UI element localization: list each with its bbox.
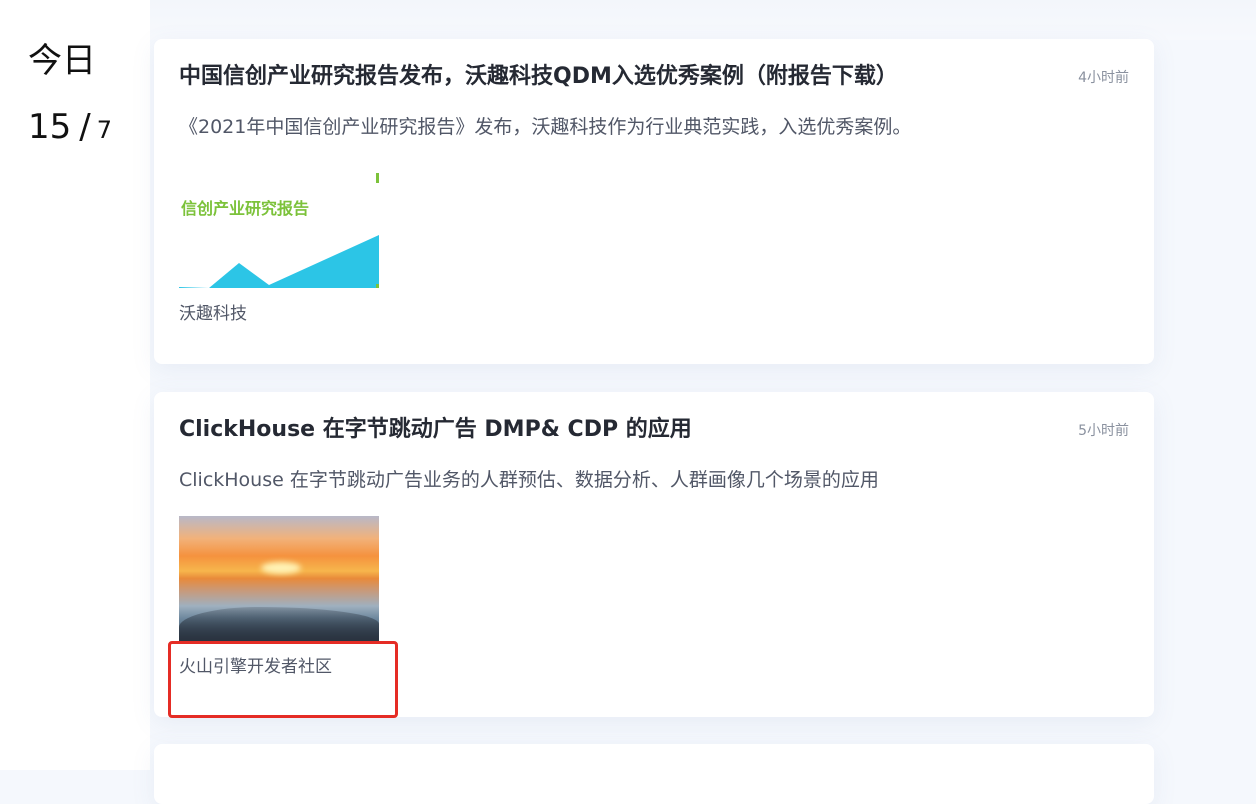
report-corner-mark [376, 284, 379, 288]
date-column: 今日 15/7 [0, 0, 150, 770]
page-top-background [0, 0, 1256, 40]
article-thumbnail[interactable]: 信创产业研究报告 [179, 163, 379, 288]
article-card[interactable]: 中国信创产业研究报告发布，沃趣科技QDM入选优秀案例（附报告下载） 4小时前 《… [154, 39, 1154, 364]
date-display: 15/7 [28, 106, 112, 151]
date-day: 15 [28, 107, 72, 147]
article-thumbnail[interactable] [179, 516, 379, 641]
article-source[interactable]: 沃趣科技 [179, 303, 247, 325]
article-description[interactable]: ClickHouse 在字节跳动广告业务的人群预估、数据分析、人群画像几个场景的… [179, 467, 1119, 493]
report-chart-graphic [179, 235, 379, 288]
article-time: 4小时前 [1078, 70, 1129, 86]
article-description[interactable]: 《2021年中国信创产业研究报告》发布，沃趣科技作为行业典范实践，入选优秀案例。 [179, 114, 1119, 140]
article-title[interactable]: 中国信创产业研究报告发布，沃趣科技QDM入选优秀案例（附报告下载） [179, 63, 1039, 91]
article-time: 5小时前 [1078, 423, 1129, 439]
sunset-rocks [179, 607, 379, 641]
sunset-sun [261, 562, 301, 574]
date-today-label: 今日 [28, 41, 96, 81]
article-title[interactable]: ClickHouse 在字节跳动广告 DMP& CDP 的应用 [179, 416, 1039, 444]
report-mountain-shape [179, 235, 379, 288]
source-highlight-box [168, 641, 398, 718]
date-separator: / [79, 107, 91, 147]
date-month: 7 [96, 116, 113, 144]
article-card[interactable] [154, 744, 1154, 804]
